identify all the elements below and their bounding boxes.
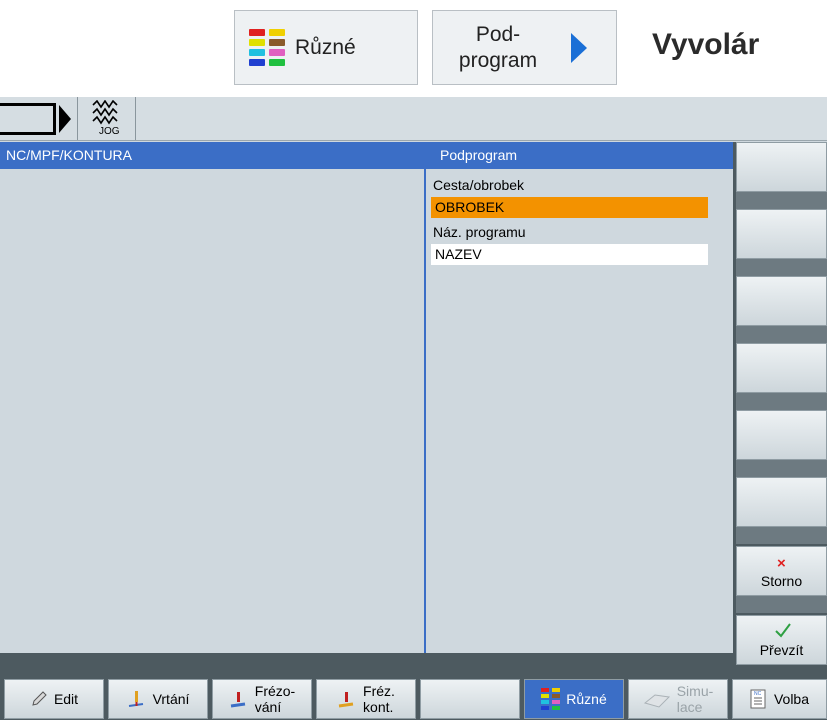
mill-icon [230, 692, 245, 708]
vsk-1-button[interactable] [736, 142, 827, 192]
pencil-icon [32, 691, 47, 706]
machine-area-icon[interactable] [0, 97, 78, 140]
header-ruzne-button: Různé [234, 10, 418, 85]
jog-mode-indicator[interactable]: JOG [78, 97, 136, 140]
frezovani-button[interactable]: Frézo- vání [212, 679, 312, 719]
hmi-screen: JOG NC/MPF/KONTURA Podprogram Cesta/obro… [0, 97, 827, 720]
cancel-x-icon: × [777, 555, 786, 572]
arrow-right-icon [571, 32, 587, 63]
header-podprogram-button: Pod- program [432, 10, 617, 85]
storno-button[interactable]: × Storno [736, 546, 827, 596]
nc-document-icon: NC [750, 689, 766, 709]
drill-icon [128, 691, 143, 707]
vrtani-button[interactable]: Vrtání [108, 679, 208, 719]
prevzit-button[interactable]: Převzít [736, 615, 827, 665]
vsk-separator [736, 527, 827, 544]
header-ruzne-label: Různé [295, 35, 356, 59]
program-name-label: Náz. programu [433, 224, 526, 240]
mode-bar: JOG [0, 97, 827, 141]
vsk-separator [736, 326, 827, 343]
vsk-5-button[interactable] [736, 410, 827, 460]
svg-text:NC: NC [754, 691, 762, 697]
status-line [0, 653, 733, 675]
contour-mill-icon [338, 692, 354, 708]
vertical-softkey-bar: × Storno Převzít [733, 142, 827, 720]
colored-grid-icon [249, 29, 285, 66]
vsk-separator [736, 393, 827, 410]
vsk-separator [736, 596, 827, 613]
page-title: Vyvolár [652, 28, 760, 61]
program-path: NC/MPF/KONTURA [6, 147, 132, 163]
vsk-3-button[interactable] [736, 276, 827, 326]
vsk-separator [736, 460, 827, 477]
simulace-button[interactable]: Simu- lace [628, 679, 728, 719]
subprogram-form: Cesta/obrobek OBROBEK Náz. programu NAZE… [428, 169, 733, 653]
frez-kont-button[interactable]: Fréz. kont. [316, 679, 416, 719]
vsk-6-button[interactable] [736, 477, 827, 527]
ruzne-button[interactable]: Různé [524, 679, 624, 719]
vsk-4-button[interactable] [736, 343, 827, 393]
title-strip: NC/MPF/KONTURA Podprogram [0, 142, 733, 169]
jog-wave-icon [92, 100, 118, 125]
check-icon [775, 623, 791, 638]
horizontal-softkey-bar: Edit Vrtání Frézo- vání Fréz. kont. Různ… [0, 675, 827, 720]
path-field-label: Cesta/obrobek [433, 177, 525, 193]
vsk-separator [736, 259, 827, 276]
edit-button[interactable]: Edit [4, 679, 104, 719]
empty-softkey-button[interactable] [420, 679, 520, 719]
simulation-icon [643, 694, 670, 708]
colored-grid-icon [541, 688, 561, 710]
volba-button[interactable]: NC Volba [732, 679, 827, 719]
program-name-field[interactable]: NAZEV [431, 244, 708, 265]
form-title: Podprogram [440, 147, 518, 163]
vsk-2-button[interactable] [736, 209, 827, 259]
path-field[interactable]: OBROBEK [431, 197, 708, 218]
header-podprogram-label: Pod- program [458, 22, 538, 72]
jog-label: JOG [99, 126, 120, 137]
vsk-separator [736, 192, 827, 209]
program-editor-area[interactable] [0, 169, 426, 653]
